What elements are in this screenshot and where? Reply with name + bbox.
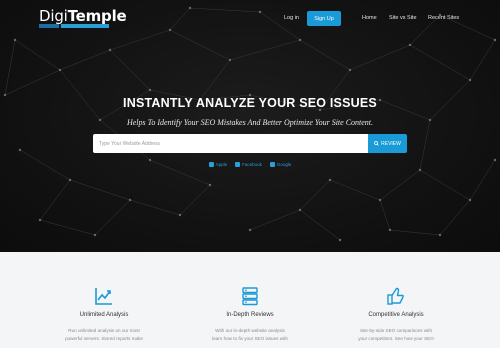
review-button[interactable]: REVIEW	[368, 134, 407, 153]
login-link[interactable]: Log in	[284, 15, 299, 21]
facebook-icon	[235, 162, 241, 167]
nav-home[interactable]: Home	[362, 15, 377, 21]
feature-description: Site-by-side SEO comparisons with your c…	[358, 328, 434, 341]
signup-button[interactable]: Sign Up	[307, 11, 341, 26]
feature-description: With our in-depth website analysis learn…	[212, 328, 288, 341]
social-link-google[interactable]: Google	[269, 162, 292, 167]
logo-underline-left	[39, 24, 59, 28]
logo-suffix: Temple	[67, 7, 127, 25]
trend-chart-icon	[95, 288, 112, 305]
social-label-google: Google	[276, 162, 292, 167]
hero-title: INSTANTLY ANALYZE YOUR SEO ISSUES	[123, 96, 377, 110]
social-label-apple: Apple	[215, 162, 228, 167]
features-section: Unlimited Analysis Run unlimited analysi…	[0, 252, 500, 348]
google-icon	[269, 162, 275, 167]
hero-section: DigiTemple Log in Sign Up Home Site vs S…	[0, 0, 500, 252]
review-button-label: REVIEW	[381, 140, 401, 147]
nav-recent-sites[interactable]: Recent Sites	[428, 15, 459, 21]
social-link-apple[interactable]: Apple	[208, 162, 228, 167]
hero-subtitle: Helps To Identify Your SEO Mistakes And …	[126, 118, 374, 127]
website-address-input[interactable]	[93, 134, 368, 153]
site-logo[interactable]: DigiTemple	[39, 8, 127, 30]
search-icon	[374, 141, 379, 146]
feature-description: Run unlimited analysis on our most power…	[65, 328, 143, 341]
feature-title: Unlimited Analysis	[79, 312, 129, 318]
logo-underline-right	[61, 24, 109, 28]
logo-prefix: Digi	[39, 7, 68, 25]
social-login-links: Apple Facebook Google	[0, 162, 500, 167]
logo-text: DigiTemple	[39, 8, 127, 24]
top-navbar: DigiTemple Log in Sign Up Home Site vs S…	[0, 0, 500, 36]
server-stack-icon	[242, 287, 258, 306]
apple-icon	[208, 162, 214, 167]
nav-site-vs-site[interactable]: Site vs Site	[389, 15, 417, 21]
social-link-facebook[interactable]: Facebook	[235, 162, 262, 167]
feature-title: Competitive Analysis	[368, 312, 424, 318]
search-form: REVIEW	[93, 134, 407, 153]
social-label-facebook: Facebook	[242, 162, 262, 167]
thumbs-up-icon	[387, 287, 404, 305]
feature-title: In-Depth Reviews	[226, 312, 274, 318]
